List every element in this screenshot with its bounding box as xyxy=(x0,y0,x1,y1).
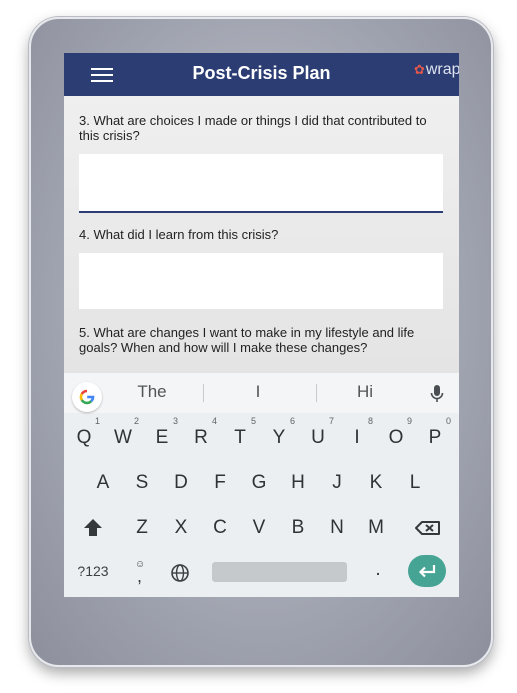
key-e[interactable]: E3 xyxy=(144,416,180,456)
suggestion-3[interactable]: Hi xyxy=(325,382,405,402)
enter-key[interactable] xyxy=(408,555,446,587)
key-g[interactable]: G xyxy=(241,465,277,501)
logo-swirl-icon: ✿ xyxy=(413,62,425,77)
globe-icon[interactable] xyxy=(170,563,190,583)
key-j[interactable]: J xyxy=(319,465,355,501)
key-v[interactable]: V xyxy=(241,510,277,546)
shift-icon[interactable] xyxy=(75,510,111,546)
key-k[interactable]: K xyxy=(358,465,394,501)
suggestion-2[interactable]: I xyxy=(218,382,298,402)
answer-input-4[interactable] xyxy=(79,253,443,309)
key-a[interactable]: A xyxy=(85,465,121,501)
symbols-key[interactable]: ?123 xyxy=(70,563,116,583)
comma-label: , xyxy=(137,566,143,586)
question-label-3: 3. What are choices I made or things I d… xyxy=(79,113,427,143)
key-w[interactable]: W2 xyxy=(105,416,141,456)
key-q[interactable]: Q1 xyxy=(66,416,102,456)
wrap-logo: ✿wrap. xyxy=(413,61,459,78)
key-f[interactable]: F xyxy=(202,465,238,501)
key-u[interactable]: U7 xyxy=(300,416,336,456)
space-bar[interactable] xyxy=(212,562,347,582)
key-t[interactable]: T5 xyxy=(222,416,258,456)
key-l[interactable]: L xyxy=(397,465,433,501)
key-b[interactable]: B xyxy=(280,510,316,546)
device-screen: Post-Crisis Plan ✿wrap. 3. What are choi… xyxy=(64,53,459,597)
key-x[interactable]: X xyxy=(163,510,199,546)
key-p[interactable]: P0 xyxy=(417,416,453,456)
backspace-icon[interactable] xyxy=(410,510,446,546)
answer-input-3[interactable] xyxy=(79,154,443,213)
key-c[interactable]: C xyxy=(202,510,238,546)
key-m[interactable]: M xyxy=(358,510,394,546)
suggestion-divider xyxy=(203,384,204,402)
enter-arrow-icon xyxy=(418,565,436,578)
onscreen-keyboard: The I Hi Q1 W2 E3 R4 T5 Y6 U7 I8 O9 P0 A… xyxy=(64,373,459,597)
key-r[interactable]: R4 xyxy=(183,416,219,456)
key-y[interactable]: Y6 xyxy=(261,416,297,456)
suggestion-bar: The I Hi xyxy=(64,373,459,413)
key-s[interactable]: S xyxy=(124,465,160,501)
suggestion-1[interactable]: The xyxy=(112,382,192,402)
key-h[interactable]: H xyxy=(280,465,316,501)
google-g-icon[interactable] xyxy=(72,382,102,412)
microphone-icon[interactable] xyxy=(430,384,444,404)
app-bar: Post-Crisis Plan ✿wrap. xyxy=(64,53,459,96)
key-d[interactable]: D xyxy=(163,465,199,501)
key-o[interactable]: O9 xyxy=(378,416,414,456)
question-label-4: 4. What did I learn from this crisis? xyxy=(79,227,279,242)
question-label-5: 5. What are changes I want to make in my… xyxy=(79,325,415,355)
emoji-comma-key[interactable]: ☺ , xyxy=(132,554,150,590)
key-z[interactable]: Z xyxy=(124,510,160,546)
key-n[interactable]: N xyxy=(319,510,355,546)
suggestion-divider xyxy=(316,384,317,402)
form-content: 3. What are choices I made or things I d… xyxy=(64,96,459,373)
key-i[interactable]: I8 xyxy=(339,416,375,456)
page-title: Post-Crisis Plan xyxy=(192,63,331,83)
period-key[interactable]: . xyxy=(366,559,390,585)
